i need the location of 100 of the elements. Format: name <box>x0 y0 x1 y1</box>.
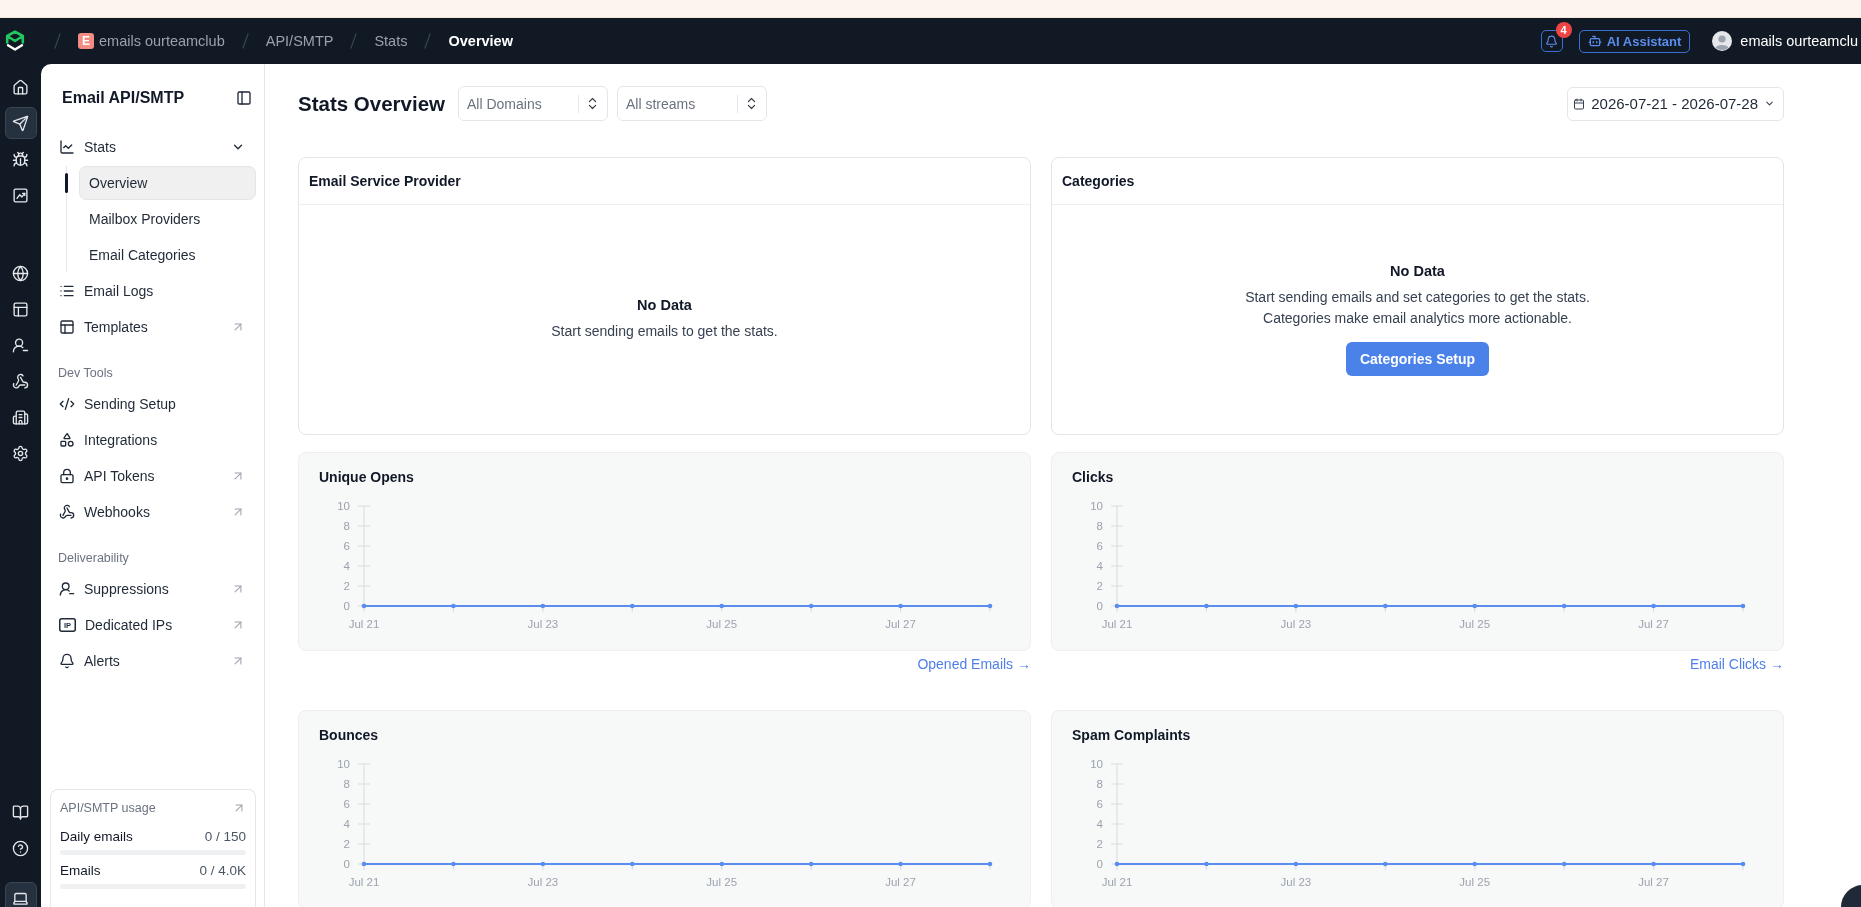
data-point <box>1561 861 1567 867</box>
filter-select[interactable]: All Domains <box>458 86 608 121</box>
y-tick-label: 0 <box>1096 858 1103 870</box>
data-point <box>1561 603 1567 609</box>
y-tick-label: 8 <box>343 778 350 790</box>
data-point <box>1651 861 1656 867</box>
page-title: Stats Overview <box>298 91 445 116</box>
y-tick-label: 8 <box>343 520 350 532</box>
section-heading: Dev Tools <box>57 365 114 381</box>
data-point <box>898 603 903 609</box>
bell-icon <box>1545 34 1559 48</box>
layout-icon <box>12 300 29 318</box>
breadcrumb-link[interactable]: Overview <box>448 32 513 50</box>
bug-icon <box>12 150 29 168</box>
sidebar-item[interactable]: Webhooks <box>49 495 256 529</box>
x-tick-label: Jul 21 <box>348 618 380 630</box>
sidebar-item[interactable]: Sending Setup <box>49 387 256 421</box>
date-range-button[interactable]: 2026-07-21 - 2026-07-28 <box>1567 86 1784 121</box>
data-point <box>1114 603 1120 609</box>
breadcrumb-link[interactable]: Stats <box>374 32 408 50</box>
logo-icon[interactable] <box>5 30 25 52</box>
y-tick-label: 8 <box>1096 778 1103 790</box>
data-point <box>630 603 635 609</box>
rail-nav-button[interactable] <box>4 107 37 139</box>
empty-state-message: Start sending emails and set categories to get the stats. <box>1245 288 1590 307</box>
sidebar-item[interactable]: Email Logs <box>49 274 256 308</box>
empty-state-message: Start sending emails to get the stats. <box>551 322 778 341</box>
user-name[interactable]: emails ourteamclu <box>1740 33 1858 49</box>
x-tick-label: Jul 21 <box>1101 618 1133 630</box>
breadcrumb-link[interactable]: API/SMTP <box>265 32 334 50</box>
sidebar-item[interactable]: Templates <box>49 310 256 344</box>
sidebar-subitem[interactable]: Overview <box>79 166 256 200</box>
data-point <box>808 861 814 867</box>
data-point <box>1740 861 1746 867</box>
y-tick-label: 0 <box>343 858 350 870</box>
data-point <box>1204 603 1209 609</box>
user-avatar-icon[interactable] <box>1712 31 1733 51</box>
webhook-icon <box>59 504 75 520</box>
rail-nav-button[interactable] <box>4 882 37 907</box>
sidebar-item[interactable]: API Tokens <box>49 459 256 493</box>
x-tick-label: Jul 23 <box>527 618 559 630</box>
y-tick-label: 10 <box>337 758 350 770</box>
y-tick-label: 6 <box>343 798 350 810</box>
data-point <box>1740 603 1746 609</box>
shapes-icon <box>59 432 75 448</box>
data-point <box>987 861 993 867</box>
data-point <box>451 603 456 609</box>
data-point <box>1383 603 1388 609</box>
x-tick-label: Jul 21 <box>348 876 380 888</box>
filter-select[interactable]: All streams <box>617 86 767 121</box>
data-point <box>719 603 724 609</box>
sidebar-subitem[interactable]: Email Categories <box>79 238 256 272</box>
usage-label: Daily emails <box>60 829 133 845</box>
chart-details-link[interactable]: Opened Emails → <box>917 656 1031 672</box>
data-point <box>540 603 546 609</box>
data-point <box>808 603 814 609</box>
send-icon <box>12 114 29 132</box>
y-tick-label: 0 <box>1096 600 1103 612</box>
y-tick-label: 6 <box>343 540 350 552</box>
y-tick-label: 2 <box>343 838 350 850</box>
sidebar-item[interactable]: Integrations <box>49 423 256 457</box>
x-tick-label: Jul 25 <box>706 618 738 630</box>
y-tick-label: 2 <box>343 580 350 592</box>
chart-title: Clicks <box>1072 468 1115 487</box>
data-point <box>361 603 367 609</box>
user-minus-icon <box>12 336 29 354</box>
section-heading: Deliverability <box>57 550 130 566</box>
data-point <box>1293 861 1299 867</box>
x-tick-label: Jul 23 <box>1280 618 1312 630</box>
home-icon <box>12 78 29 96</box>
ai-assistant-button[interactable]: AI Assistant <box>1578 29 1691 53</box>
chart-details-link[interactable]: Email Clicks → <box>1689 656 1784 672</box>
data-point <box>719 861 724 867</box>
x-tick-label: Jul 23 <box>527 876 559 888</box>
usage-reading: 0 / 150 <box>204 829 246 845</box>
y-tick-label: 10 <box>1090 758 1103 770</box>
breadcrumb-link[interactable]: emails ourteamclub <box>99 32 225 50</box>
data-point <box>1204 861 1209 867</box>
help-icon <box>12 839 29 857</box>
sidebar-item[interactable]: Suppressions <box>49 572 256 606</box>
collapse-sidebar-button[interactable] <box>236 90 252 106</box>
no-data-title: No Data <box>1390 263 1445 279</box>
y-tick-label: 0 <box>343 600 350 612</box>
x-tick-label: Jul 27 <box>1638 618 1669 630</box>
y-tick-label: 4 <box>343 560 350 572</box>
sidebar-item[interactable]: Stats <box>49 130 256 164</box>
x-tick-label: Jul 27 <box>885 876 916 888</box>
sidebar-subitem[interactable]: Mailbox Providers <box>79 202 256 236</box>
usage-title: API/SMTP usage <box>60 800 156 816</box>
y-tick-label: 10 <box>337 500 350 512</box>
book-icon <box>12 803 29 821</box>
categories-setup-button[interactable]: Categories Setup <box>1345 342 1490 376</box>
x-tick-label: Jul 21 <box>1101 876 1133 888</box>
sidebar-item[interactable]: Alerts <box>49 644 256 678</box>
panel-icon <box>236 90 252 106</box>
usage-label: Emails <box>60 863 101 879</box>
x-tick-label: Jul 25 <box>1459 876 1491 888</box>
data-point <box>987 603 993 609</box>
x-tick-label: Jul 25 <box>1459 618 1491 630</box>
data-point <box>1293 603 1299 609</box>
